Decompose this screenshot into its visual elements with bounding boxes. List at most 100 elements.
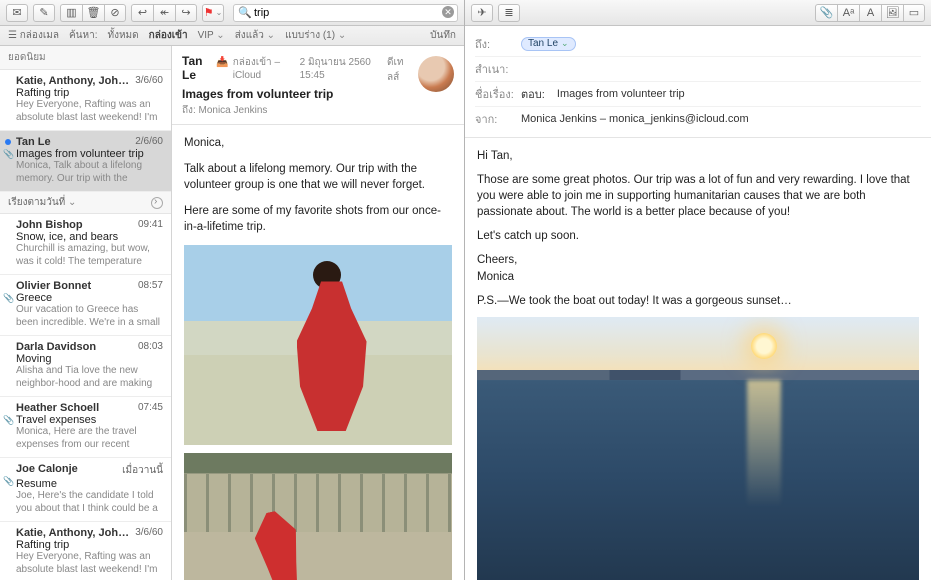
from-row[interactable]: จาก: Monica Jenkins – monica_jenkins@icl…	[475, 107, 921, 131]
message-item[interactable]: 📎 John Bishop09:41 Snow, ice, and bears …	[0, 214, 171, 275]
date: 2/6/60	[131, 136, 163, 148]
get-mail-button[interactable]: ✉	[6, 4, 28, 22]
attach-button[interactable]: 📎	[815, 4, 837, 22]
reply-button[interactable]: ↩	[131, 4, 153, 22]
mailboxes-bar: ☰ กล่องเมล ค้นหา: ทั้งหมด กล่องเข้า VIP …	[0, 26, 464, 46]
header-to: ถึง: Monica Jenkins	[182, 103, 410, 118]
date: 3/6/60	[131, 75, 163, 87]
save-search-button[interactable]: บันทึก	[430, 28, 456, 43]
send-icon: ✈	[477, 6, 486, 19]
header-fields-button[interactable]: ≣	[498, 4, 520, 22]
scope-inbox[interactable]: กล่องเข้า	[149, 28, 188, 43]
scope-all[interactable]: ทั้งหมด	[107, 28, 138, 43]
from-label: จาก:	[475, 110, 515, 128]
search-field-wrap: 🔍 ✕	[233, 4, 458, 22]
attachment-icon: 📎	[3, 149, 14, 160]
message-item[interactable]: 📎 Joe Calonjeเมื่อวานนี้ Resume Joe, Her…	[0, 458, 171, 522]
compose-button[interactable]: ✎	[33, 4, 55, 22]
photo-icon: 🖼	[886, 6, 900, 19]
cc-label: สำเนา:	[475, 60, 515, 78]
subject: Rafting trip	[16, 87, 163, 99]
trash-icon: 🗑	[87, 6, 101, 19]
font-icon: A	[867, 7, 874, 19]
subject-prefix: ตอบ:	[521, 85, 551, 103]
flag-button[interactable]: ⚑⌄	[202, 4, 224, 22]
message-list[interactable]: ยอดนิยม 📎 Katie, Anthony, John & Jen3/6/…	[0, 46, 172, 580]
reply-all-button[interactable]: ↞	[153, 4, 175, 22]
format-icon: Aᵃ	[843, 7, 854, 19]
attachment-icon: 📎	[3, 415, 14, 426]
message-item[interactable]: 📎 Katie, Anthony, John & Jen3/6/60 Rafti…	[0, 70, 171, 131]
details-link[interactable]: ดีเทลส์	[387, 55, 410, 85]
search-icon: 🔍	[238, 6, 252, 19]
compose-format-group: 📎 Aᵃ A 🖼 ▭	[815, 4, 925, 22]
subject-text: Images from volunteer trip	[557, 88, 685, 100]
reply-group: ↩ ↞ ↪	[131, 4, 197, 22]
filter-drafts[interactable]: แบบร่าง (1)	[285, 28, 346, 43]
to-input[interactable]	[582, 38, 921, 50]
drawer-icon: ☰	[8, 30, 20, 41]
attachment-icon: 📎	[3, 293, 14, 304]
from-value[interactable]: Monica Jenkins – monica_jenkins@icloud.c…	[521, 113, 749, 125]
message-item[interactable]: 📎 Olivier Bonnet08:57 Greece Our vacatio…	[0, 275, 171, 336]
attached-photo-2[interactable]	[184, 453, 452, 580]
flag-icon: ⚑	[204, 6, 214, 19]
clear-search-button[interactable]: ✕	[442, 6, 454, 18]
left-body: ยอดนิยม 📎 Katie, Anthony, John & Jen3/6/…	[0, 46, 464, 580]
mail-window: ✉ ✎ ▥ 🗑 ⊘ ↩ ↞ ↪ ⚑⌄ 🔍 ✕ ☰ กล่องเมล ค้นหา:…	[0, 0, 465, 580]
popular-header: ยอดนิยม	[0, 46, 171, 70]
archive-button[interactable]: ▥	[60, 4, 82, 22]
message-header: Tan Le 📥 กล่องเข้า – iCloud 2 มิถุนายน 2…	[172, 46, 464, 125]
attached-photo-1[interactable]	[184, 245, 452, 445]
compose-window: ✈ ≣ 📎 Aᵃ A 🖼 ▭ ถึง: Tan Le สำเนา: ช	[465, 0, 931, 580]
to-label: ถึง:	[475, 35, 515, 53]
mailboxes-drawer-button[interactable]: ☰ กล่องเมล	[8, 28, 59, 43]
body-paragraph: Talk about a lifelong memory. Our trip w…	[184, 161, 452, 193]
format-button[interactable]: Aᵃ	[837, 4, 859, 22]
chevron-down-icon: ⌄	[216, 8, 223, 17]
compose-icon: ✎	[39, 6, 48, 19]
search-scope-label: ค้นหา:	[69, 28, 98, 43]
compose-headers: ถึง: Tan Le สำเนา: ชื่อเรื่อง: ตอบ: Imag…	[465, 26, 931, 138]
search-input[interactable]	[233, 4, 458, 22]
cc-row[interactable]: สำเนา:	[475, 57, 921, 82]
message-item[interactable]: Darla Davidson08:03 Moving Alisha and Ti…	[0, 336, 171, 397]
compose-greeting: Hi Tan,	[477, 148, 919, 164]
header-mailbox: กล่องเข้า – iCloud	[233, 55, 296, 81]
reading-pane[interactable]: Tan Le 📥 กล่องเข้า – iCloud 2 มิถุนายน 2…	[172, 46, 464, 580]
compose-signature: Cheers,Monica	[477, 252, 919, 284]
preview: Monica, Talk about a lifelong memory. Ou…	[16, 160, 163, 185]
sender: Katie, Anthony, John & Jen	[16, 75, 131, 87]
header-subject: Images from volunteer trip	[182, 87, 410, 101]
filter-vip[interactable]: VIP	[198, 30, 225, 41]
compose-body[interactable]: Hi Tan, Those are some great photos. Our…	[465, 138, 931, 580]
junk-button[interactable]: ⊘	[104, 4, 126, 22]
filter-sent[interactable]: ส่งแล้ว	[235, 28, 275, 43]
subject: Images from volunteer trip	[16, 148, 163, 160]
markup-button[interactable]: ▭	[903, 4, 925, 22]
subject-row[interactable]: ชื่อเรื่อง: ตอบ: Images from volunteer t…	[475, 82, 921, 107]
recipient-pill[interactable]: Tan Le	[521, 37, 576, 51]
header-date: 2 มิถุนายน 2560 15:45	[300, 55, 379, 81]
to-row[interactable]: ถึง: Tan Le	[475, 32, 921, 57]
inserted-photo-sunset[interactable]	[477, 317, 919, 580]
message-item[interactable]: 📎 Heather Schoell07:45 Travel expenses M…	[0, 397, 171, 458]
send-button[interactable]: ✈	[471, 4, 493, 22]
attachment-icon: 📎	[3, 476, 14, 487]
avatar	[418, 56, 454, 92]
sort-by-date-header[interactable]: เรียงตามวันที่	[0, 192, 171, 214]
archive-delete-group: ▥ 🗑 ⊘	[60, 4, 126, 22]
mail-toolbar: ✉ ✎ ▥ 🗑 ⊘ ↩ ↞ ↪ ⚑⌄ 🔍 ✕	[0, 0, 464, 26]
message-item[interactable]: Katie, Anthony, John & Jen3/6/60 Rafting…	[0, 522, 171, 580]
compose-paragraph: Let's catch up soon.	[477, 228, 919, 244]
compose-toolbar: ✈ ≣ 📎 Aᵃ A 🖼 ▭	[465, 0, 931, 26]
junk-icon: ⊘	[110, 6, 119, 19]
delete-button[interactable]: 🗑	[82, 4, 104, 22]
cc-input[interactable]	[521, 63, 921, 75]
photo-browser-button[interactable]: 🖼	[881, 4, 903, 22]
font-button[interactable]: A	[859, 4, 881, 22]
folder-icon: 📥	[216, 57, 228, 68]
forward-button[interactable]: ↪	[175, 4, 197, 22]
archive-icon: ▥	[66, 6, 76, 19]
message-item-selected[interactable]: 📎 Tan Le2/6/60 Images from volunteer tri…	[0, 131, 171, 192]
